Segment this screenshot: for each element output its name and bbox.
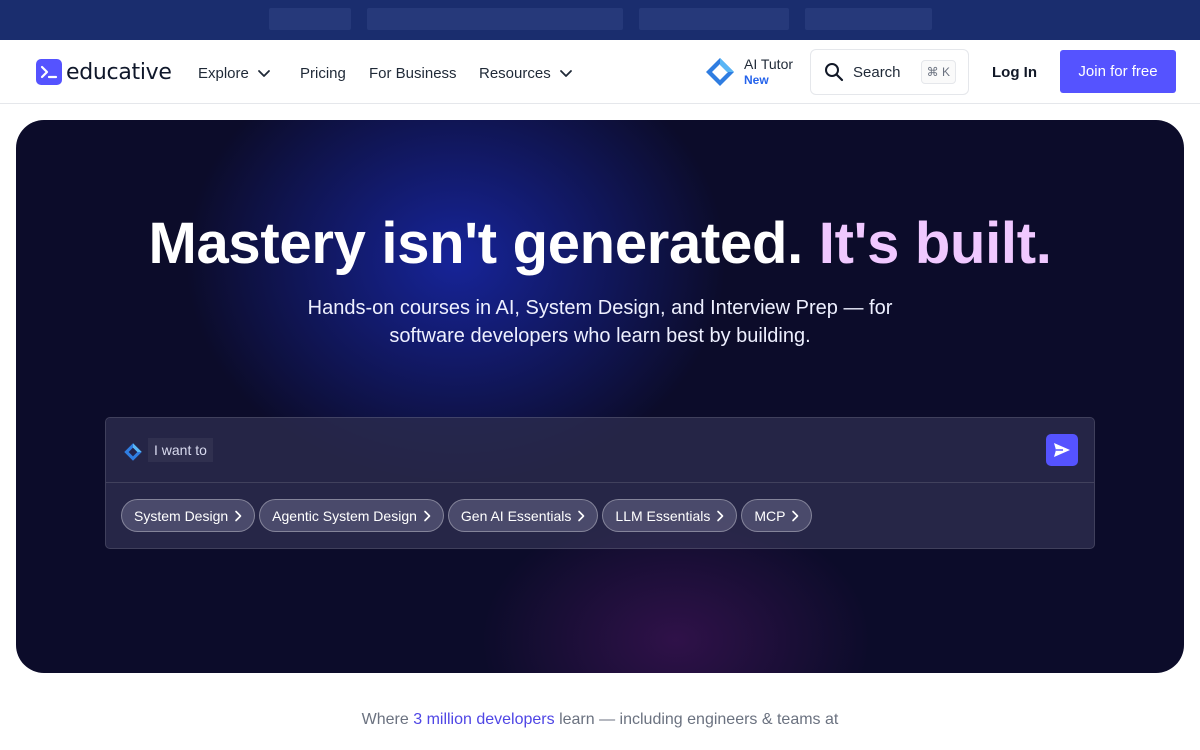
- hero-section: Mastery isn't generated. It's built. Han…: [16, 120, 1184, 673]
- suggestion-chips: System Design Agentic System Design Gen …: [121, 499, 816, 532]
- search-icon: [825, 63, 844, 82]
- ai-tutor-title: AI Tutor: [744, 56, 794, 72]
- logo-text: educative: [66, 59, 172, 85]
- chevron-right-icon: [424, 510, 431, 521]
- logo[interactable]: educative: [36, 59, 172, 85]
- promo-bar: [0, 0, 1200, 40]
- tagline-highlight: 3 million developers: [413, 711, 555, 728]
- chip-label: Agentic System Design: [272, 507, 417, 524]
- promo-placeholder: [805, 8, 932, 30]
- chip-mcp[interactable]: MCP: [741, 499, 813, 532]
- top-navbar: educative Explore Pricing For Business R…: [0, 40, 1200, 104]
- login-button[interactable]: Log In: [992, 64, 1037, 81]
- promo-placeholder: [639, 8, 789, 30]
- hero-subtitle: Hands-on courses in AI, System Design, a…: [307, 297, 893, 347]
- ai-tutor-new-badge: New: [744, 73, 769, 87]
- chip-gen-ai-essentials[interactable]: Gen AI Essentials: [447, 499, 599, 532]
- chip-agentic-system-design[interactable]: Agentic System Design: [259, 499, 444, 532]
- ai-prompt-box: I want to System Design Agentic System D…: [105, 417, 1095, 549]
- nav-explore[interactable]: Explore: [198, 65, 271, 82]
- join-for-free-button[interactable]: Join for free: [1060, 50, 1176, 93]
- chevron-right-icon: [717, 510, 724, 521]
- ai-diamond-icon: [124, 443, 142, 461]
- chevron-down-icon: [257, 70, 270, 77]
- chip-label: System Design: [134, 507, 229, 524]
- hero-title: Mastery isn't generated. It's built.: [16, 210, 1184, 277]
- chevron-right-icon: [235, 510, 242, 521]
- nav-pricing[interactable]: Pricing: [300, 65, 346, 82]
- search-button[interactable]: Search ⌘ K: [810, 49, 969, 95]
- tagline-prefix: Where: [361, 711, 409, 728]
- nav-for-business[interactable]: For Business: [369, 65, 457, 82]
- promo-placeholder: [269, 8, 351, 30]
- logo-terminal-icon: [36, 59, 62, 85]
- chip-label: Gen AI Essentials: [460, 507, 572, 524]
- nav-pricing-label: Pricing: [300, 65, 346, 82]
- prompt-input[interactable]: I want to: [148, 438, 213, 462]
- social-proof-tagline: Where 3 million developers learn — inclu…: [0, 711, 1200, 729]
- send-button[interactable]: [1046, 434, 1078, 466]
- send-icon: [1054, 443, 1070, 457]
- hero-title-accent: It's built.: [818, 211, 1052, 276]
- hero-title-main: Mastery isn't generated.: [148, 211, 803, 276]
- chip-label: LLM Essentials: [615, 507, 711, 524]
- nav-for-business-label: For Business: [369, 65, 457, 82]
- tagline-suffix: learn — including engineers & teams at: [559, 711, 839, 728]
- chip-system-design[interactable]: System Design: [121, 499, 256, 532]
- nav-resources-label: Resources: [479, 65, 551, 82]
- chevron-down-icon: [559, 70, 572, 77]
- search-shortcut: ⌘ K: [920, 60, 956, 84]
- search-label: Search: [853, 63, 901, 81]
- nav-explore-label: Explore: [198, 65, 249, 82]
- ai-tutor-link[interactable]: AI Tutor New: [704, 56, 793, 88]
- prompt-input-row[interactable]: I want to: [106, 418, 1094, 483]
- chevron-right-icon: [792, 510, 799, 521]
- chip-llm-essentials[interactable]: LLM Essentials: [602, 499, 738, 532]
- promo-placeholder: [367, 8, 623, 30]
- ai-diamond-icon: [706, 58, 734, 86]
- chip-label: MCP: [754, 507, 786, 524]
- chevron-right-icon: [578, 510, 585, 521]
- nav-resources[interactable]: Resources: [479, 65, 573, 82]
